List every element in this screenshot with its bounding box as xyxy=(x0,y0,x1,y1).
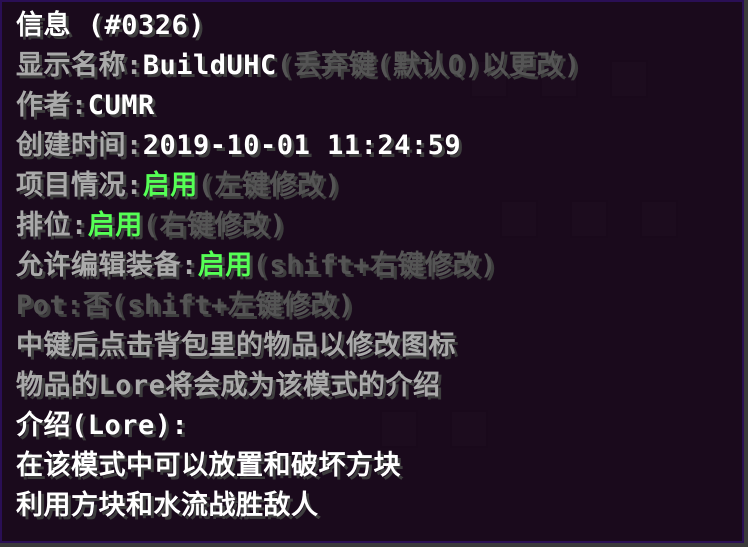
display-name-label: 显示名称: xyxy=(16,50,143,81)
ranking-row: 排位:启用(右键修改) xyxy=(16,206,742,246)
ranking-label: 排位: xyxy=(16,210,88,241)
project-status-hint: (左键修改) xyxy=(197,170,342,201)
item-tooltip: 信息 (#0326) 显示名称:BuildUHC(丢弃键(默认Q)以更改) 作者… xyxy=(0,0,744,543)
pot-hint: (shift+左键修改) xyxy=(110,290,355,321)
created-row: 创建时间:2019-10-01 11:24:59 xyxy=(16,126,742,166)
created-label: 创建时间: xyxy=(16,130,143,161)
created-value: 2019-10-01 11:24:59 xyxy=(142,130,462,161)
ranking-value: 启用 xyxy=(87,210,143,241)
project-status-label: 项目情况: xyxy=(16,170,143,201)
author-row: 作者:CUMR xyxy=(16,86,742,126)
allow-edit-gear-hint: (shift+右键修改) xyxy=(252,250,497,281)
lore-header: 介绍(Lore): xyxy=(16,410,189,441)
pot-row: Pot:否(shift+左键修改) xyxy=(16,286,742,326)
lore-line-2: 利用方块和水流战胜敌人 xyxy=(16,490,319,521)
pot-label: Pot: xyxy=(16,290,84,321)
display-name-value: BuildUHC xyxy=(142,50,277,81)
display-name-hint: (丢弃键(默认Q)以更改) xyxy=(276,50,581,81)
tooltip-title: 信息 (#0326) xyxy=(16,10,206,41)
project-status-value: 启用 xyxy=(142,170,198,201)
author-value: CUMR xyxy=(87,90,155,121)
allow-edit-gear-label: 允许编辑装备: xyxy=(16,250,198,281)
ranking-hint: (右键修改) xyxy=(142,210,287,241)
info-line-1: 中键后点击背包里的物品以修改图标 xyxy=(16,330,456,361)
allow-edit-gear-value: 启用 xyxy=(197,250,253,281)
info-line-2: 物品的Lore将会成为该模式的介绍 xyxy=(16,370,441,401)
pot-value: 否 xyxy=(83,290,111,321)
allow-edit-gear-row: 允许编辑装备:启用(shift+右键修改) xyxy=(16,246,742,286)
author-label: 作者: xyxy=(16,90,88,121)
display-name-row: 显示名称:BuildUHC(丢弃键(默认Q)以更改) xyxy=(16,46,742,86)
lore-line-1: 在该模式中可以放置和破坏方块 xyxy=(16,450,401,481)
project-status-row: 项目情况:启用(左键修改) xyxy=(16,166,742,206)
